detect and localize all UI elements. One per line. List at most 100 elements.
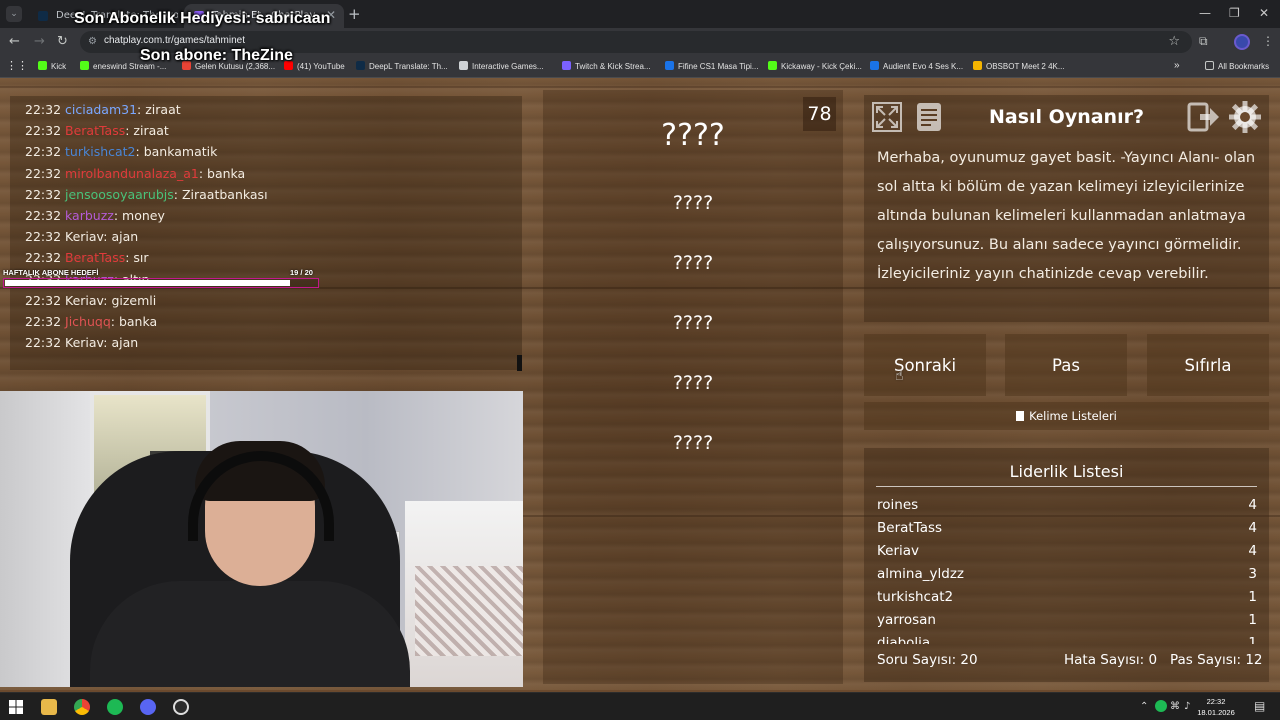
chat-message: 22:32 Keriav: gizemli xyxy=(25,293,156,308)
exit-icon[interactable] xyxy=(1186,100,1220,134)
gift-sub-overlay: Son Abonelik Hediyesi: sabricaan xyxy=(74,10,331,27)
round-timer: 78 xyxy=(803,97,836,131)
reload-icon[interactable]: ↻ xyxy=(57,34,68,49)
notifications-icon[interactable]: ▤ xyxy=(1254,699,1265,713)
leaderboard-score: 1 xyxy=(1248,635,1257,644)
back-icon[interactable]: ← xyxy=(9,34,20,49)
leaderboard-divider xyxy=(876,486,1257,487)
file-explorer-icon[interactable] xyxy=(41,699,57,715)
chat-timestamp: 22:32 xyxy=(25,165,62,181)
chat-username[interactable]: Jichuqq xyxy=(65,314,111,329)
chat-message: 22:32 BeratTass: sır xyxy=(25,250,149,265)
chat-username[interactable]: jensoosoyaarubjs xyxy=(65,187,174,202)
discord-icon[interactable] xyxy=(140,699,156,715)
extensions-icon[interactable]: ⧉ xyxy=(1199,34,1208,49)
leaderboard-score: 3 xyxy=(1248,566,1257,582)
tray-overflow-icon[interactable]: ⌃ xyxy=(1140,701,1148,712)
volume-icon[interactable]: ♪ xyxy=(1184,701,1190,712)
settings-gear-icon[interactable] xyxy=(1228,100,1262,134)
chat-username[interactable]: mirolbandunalaza_a1 xyxy=(65,166,199,181)
cp-icon xyxy=(562,61,571,70)
bookmark-item[interactable]: Twitch & Kick Strea... xyxy=(562,61,651,71)
chat-text: : gizemli xyxy=(103,292,157,308)
network-icon[interactable]: ⌘ xyxy=(1170,701,1180,712)
check-icon xyxy=(665,61,674,70)
apps-grid-icon[interactable]: ⋮⋮ xyxy=(6,59,28,72)
restore-icon[interactable]: ❐ xyxy=(1229,6,1240,20)
sub-goal-widget: HAFTALIK ABONE HEDEFİ 19 / 20 xyxy=(2,268,320,290)
deepl-favicon-icon xyxy=(38,11,48,21)
chat-scrollbar[interactable] xyxy=(517,355,522,371)
chat-text: : ziraat xyxy=(125,123,169,139)
games-icon xyxy=(459,61,468,70)
chat-username[interactable]: turkishcat2 xyxy=(65,144,136,159)
kick-icon xyxy=(768,61,777,70)
sub-goal-fill xyxy=(5,280,290,286)
forbidden-word: ???? xyxy=(672,192,714,214)
chat-message: 22:32 jensoosoyaarubjs: Ziraatbankası xyxy=(25,187,268,202)
how-to-play-text: Merhaba, oyunumuz gayet basit. -Yayıncı … xyxy=(877,150,1256,282)
leaderboard-name: diabolia xyxy=(877,635,931,644)
chat-text: : ziraat xyxy=(137,102,181,117)
word-lists-button[interactable]: Kelime Listeleri xyxy=(864,402,1269,430)
chat-message: 22:32 turkishcat2: bankamatik xyxy=(25,144,217,159)
obs-icon[interactable] xyxy=(173,699,189,715)
menu-kebab-icon[interactable]: ⋮ xyxy=(1262,34,1274,48)
chat-username[interactable]: BeratTass xyxy=(65,123,125,138)
spotify-icon[interactable] xyxy=(107,699,123,715)
last-sub-overlay: Son abone: TheZine xyxy=(140,47,293,64)
leaderboard-name: BeratTass xyxy=(877,520,943,536)
deepl-icon xyxy=(356,61,365,70)
kick-icon xyxy=(80,61,89,70)
new-tab-icon[interactable]: + xyxy=(348,5,361,23)
chat-text: : ajan xyxy=(103,335,139,351)
chrome-icon[interactable] xyxy=(74,699,90,715)
tray-spotify-icon[interactable] xyxy=(1155,700,1167,712)
site-info-icon[interactable]: ⚙ xyxy=(88,36,100,48)
chat-timestamp: 22:32 xyxy=(25,335,62,351)
reset-button[interactable]: Sıfırla xyxy=(1147,334,1269,396)
forward-icon[interactable]: → xyxy=(34,34,45,49)
leaderboard-title: Liderlik Listesi xyxy=(1009,462,1124,481)
chat-timestamp: 22:32 xyxy=(25,250,62,266)
chat-timestamp: 22:32 xyxy=(25,102,62,117)
chat-username[interactable]: Keriav xyxy=(65,335,103,350)
bookmark-item[interactable]: Kick xyxy=(38,61,66,71)
chat-username[interactable]: BeratTass xyxy=(65,250,125,265)
chat-username[interactable]: karbuzz xyxy=(65,208,114,223)
cam-bed-pattern xyxy=(415,566,523,656)
bookmark-item[interactable]: Kickaway - Kick Çeki... xyxy=(768,61,862,71)
tab-search-button[interactable]: ⌄ xyxy=(6,6,22,22)
leaderboard-row: diabolia 1 xyxy=(877,635,1257,644)
system-clock[interactable]: 22:32 18.01.2026 xyxy=(1196,696,1236,718)
webcam-feed xyxy=(0,391,523,687)
bookmark-star-icon[interactable]: ☆ xyxy=(1168,34,1180,49)
minimize-icon[interactable]: — xyxy=(1199,6,1211,20)
chat-timestamp: 22:32 xyxy=(25,314,62,329)
chat-username[interactable]: Keriav xyxy=(65,293,103,308)
all-bookmarks-button[interactable]: All Bookmarks xyxy=(1205,61,1269,71)
profile-avatar[interactable] xyxy=(1234,34,1250,50)
check-icon xyxy=(870,61,879,70)
leaderboard-name: almina_yldzz xyxy=(877,566,964,582)
chat-username[interactable]: Keriav xyxy=(65,229,103,244)
pass-button[interactable]: Pas xyxy=(1005,334,1127,396)
leaderboard-row: turkishcat2 1 xyxy=(877,589,1257,609)
bookmark-item[interactable]: Audient Evo 4 Ses K... xyxy=(870,61,963,71)
leaderboard-score: 4 xyxy=(1248,497,1257,513)
leaderboard-list[interactable]: roines 4 BeratTass 4 Keriav 4 almina_yldzz 3 tur… xyxy=(864,494,1269,644)
close-window-icon[interactable]: ✕ xyxy=(1259,6,1269,20)
bookmark-item[interactable]: (41) YouTube xyxy=(284,61,345,71)
chat-timestamp: 22:32 xyxy=(25,144,62,160)
main-word: ???? xyxy=(661,118,725,153)
bookmark-item[interactable]: OBSBOT Meet 2 4K... xyxy=(973,61,1065,71)
more-bookmarks-icon[interactable]: » xyxy=(1174,60,1180,71)
bookmark-item[interactable]: Fifine CS1 Masa Tipi... xyxy=(665,61,758,71)
windows-start-icon[interactable] xyxy=(8,699,24,715)
bookmark-item[interactable]: DeepL Translate: Th... xyxy=(356,61,448,71)
bookmark-item[interactable]: Interactive Games... xyxy=(459,61,544,71)
leaderboard-name: Keriav xyxy=(877,543,920,559)
question-count: Soru Sayısı: 20 xyxy=(877,652,978,668)
chat-username[interactable]: ciciadam31 xyxy=(65,102,137,117)
next-button[interactable]: Sonraki xyxy=(864,334,986,396)
